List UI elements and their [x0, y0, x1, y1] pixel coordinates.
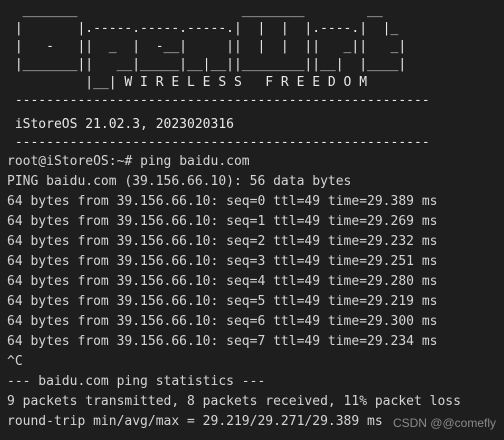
- openwrt-banner: _______ ________ __ | |.-----.-----.----…: [7, 0, 504, 152]
- terminal-window[interactable]: _______ ________ __ | |.-----.-----.----…: [0, 0, 504, 440]
- output-line: --- baidu.com ping statistics ---: [7, 374, 266, 389]
- banner-divider: ----------------------------------------…: [7, 93, 430, 108]
- banner-ascii-line: | |.-----.-----.-----.| | | |.----.| |_: [7, 21, 399, 36]
- output-line: 64 bytes from 39.156.66.10: seq=5 ttl=49…: [7, 294, 438, 309]
- output-line: 64 bytes from 39.156.66.10: seq=4 ttl=49…: [7, 274, 438, 289]
- output-line: 64 bytes from 39.156.66.10: seq=3 ttl=49…: [7, 254, 438, 269]
- output-line: 9 packets transmitted, 8 packets receive…: [7, 394, 461, 409]
- banner-ascii-line: _______ ________ __: [7, 3, 383, 18]
- shell-prompt: root@iStoreOS:~#: [7, 154, 141, 169]
- output-line: 64 bytes from 39.156.66.10: seq=2 ttl=49…: [7, 234, 438, 249]
- output-line: 64 bytes from 39.156.66.10: seq=6 ttl=49…: [7, 314, 438, 329]
- banner-ascii-line: |__| W I R E L E S S F R E E D O M: [7, 75, 368, 90]
- command-text: ping baidu.com: [140, 154, 250, 169]
- banner-divider: ----------------------------------------…: [7, 135, 430, 150]
- os-version-text: iStoreOS 21.02.3, 2023020316: [7, 117, 234, 132]
- output-line: ^C: [7, 354, 23, 369]
- output-line: 64 bytes from 39.156.66.10: seq=1 ttl=49…: [7, 214, 438, 229]
- csdn-watermark: CSDN @@comefly: [392, 416, 496, 430]
- output-line: 64 bytes from 39.156.66.10: seq=7 ttl=49…: [7, 334, 438, 349]
- command-line: root@iStoreOS:~# ping baidu.com: [7, 152, 504, 172]
- banner-ascii-line: |_______|| __|_____|__|__||________||__|…: [7, 57, 407, 72]
- output-line: PING baidu.com (39.156.66.10): 56 data b…: [7, 174, 352, 189]
- banner-ascii-line: | - || _ | -__| || | | || _|| _|: [7, 39, 407, 54]
- output-line: 64 bytes from 39.156.66.10: seq=0 ttl=49…: [7, 194, 438, 209]
